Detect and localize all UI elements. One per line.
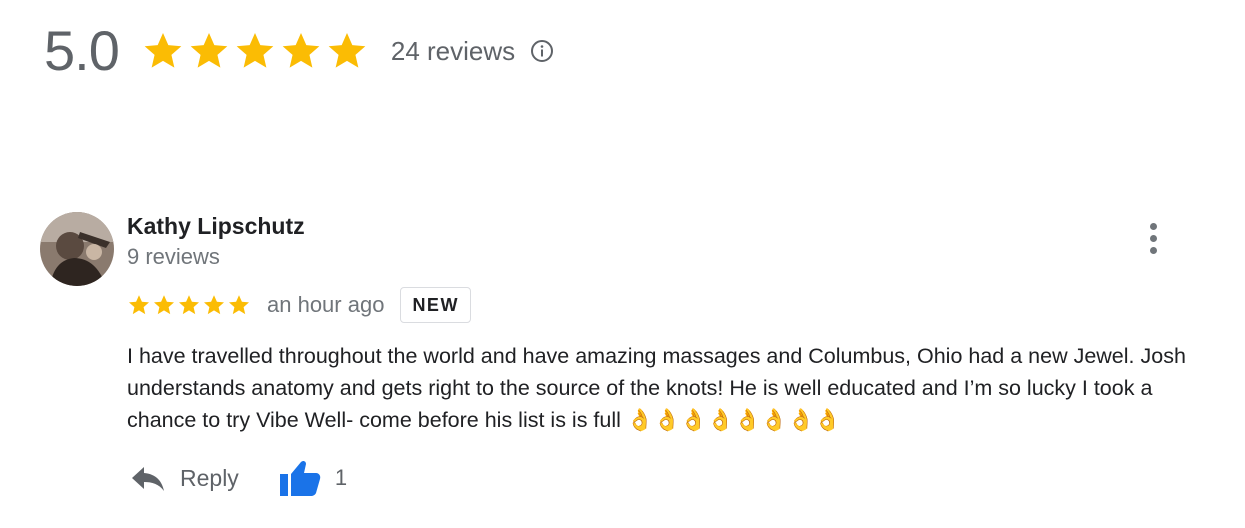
summary-stars [141,29,369,73]
average-rating: 5.0 [44,19,120,82]
review-meta: an hour ago NEW [127,286,471,324]
star-icon [154,295,174,315]
dot-icon [1149,222,1157,230]
total-review-count: 24 reviews [390,35,516,66]
review-text: I have travelled throughout the world an… [127,344,1186,432]
review-time: an hour ago [267,292,385,317]
reply-icon [132,467,164,491]
star-icon [328,33,366,68]
thumbs-up-icon [279,460,321,496]
like-button[interactable]: 1 [279,458,347,498]
star-icon [179,295,199,315]
dot-icon [1149,246,1157,254]
reply-label: Reply [180,464,239,491]
rating-summary: 5.0 24 reviews [44,16,555,86]
star-icon [190,33,228,68]
info-icon[interactable] [529,38,555,64]
avatar[interactable] [40,212,114,286]
review-actions: Reply 1 [130,458,347,498]
star-icon [204,295,224,315]
star-icon [229,295,249,315]
star-icon [129,295,149,315]
author-info: Kathy Lipschutz 9 reviews [127,212,305,272]
new-badge: NEW [400,287,471,323]
reply-button[interactable]: Reply [130,463,239,493]
review-stars [127,293,251,317]
star-icon [236,33,274,68]
author-review-count: 9 reviews [127,244,220,269]
more-options-button[interactable] [1140,220,1166,256]
star-icon [144,33,182,68]
dot-icon [1149,234,1157,242]
like-count: 1 [334,465,348,490]
author-name[interactable]: Kathy Lipschutz [127,212,305,240]
star-icon [282,33,320,68]
